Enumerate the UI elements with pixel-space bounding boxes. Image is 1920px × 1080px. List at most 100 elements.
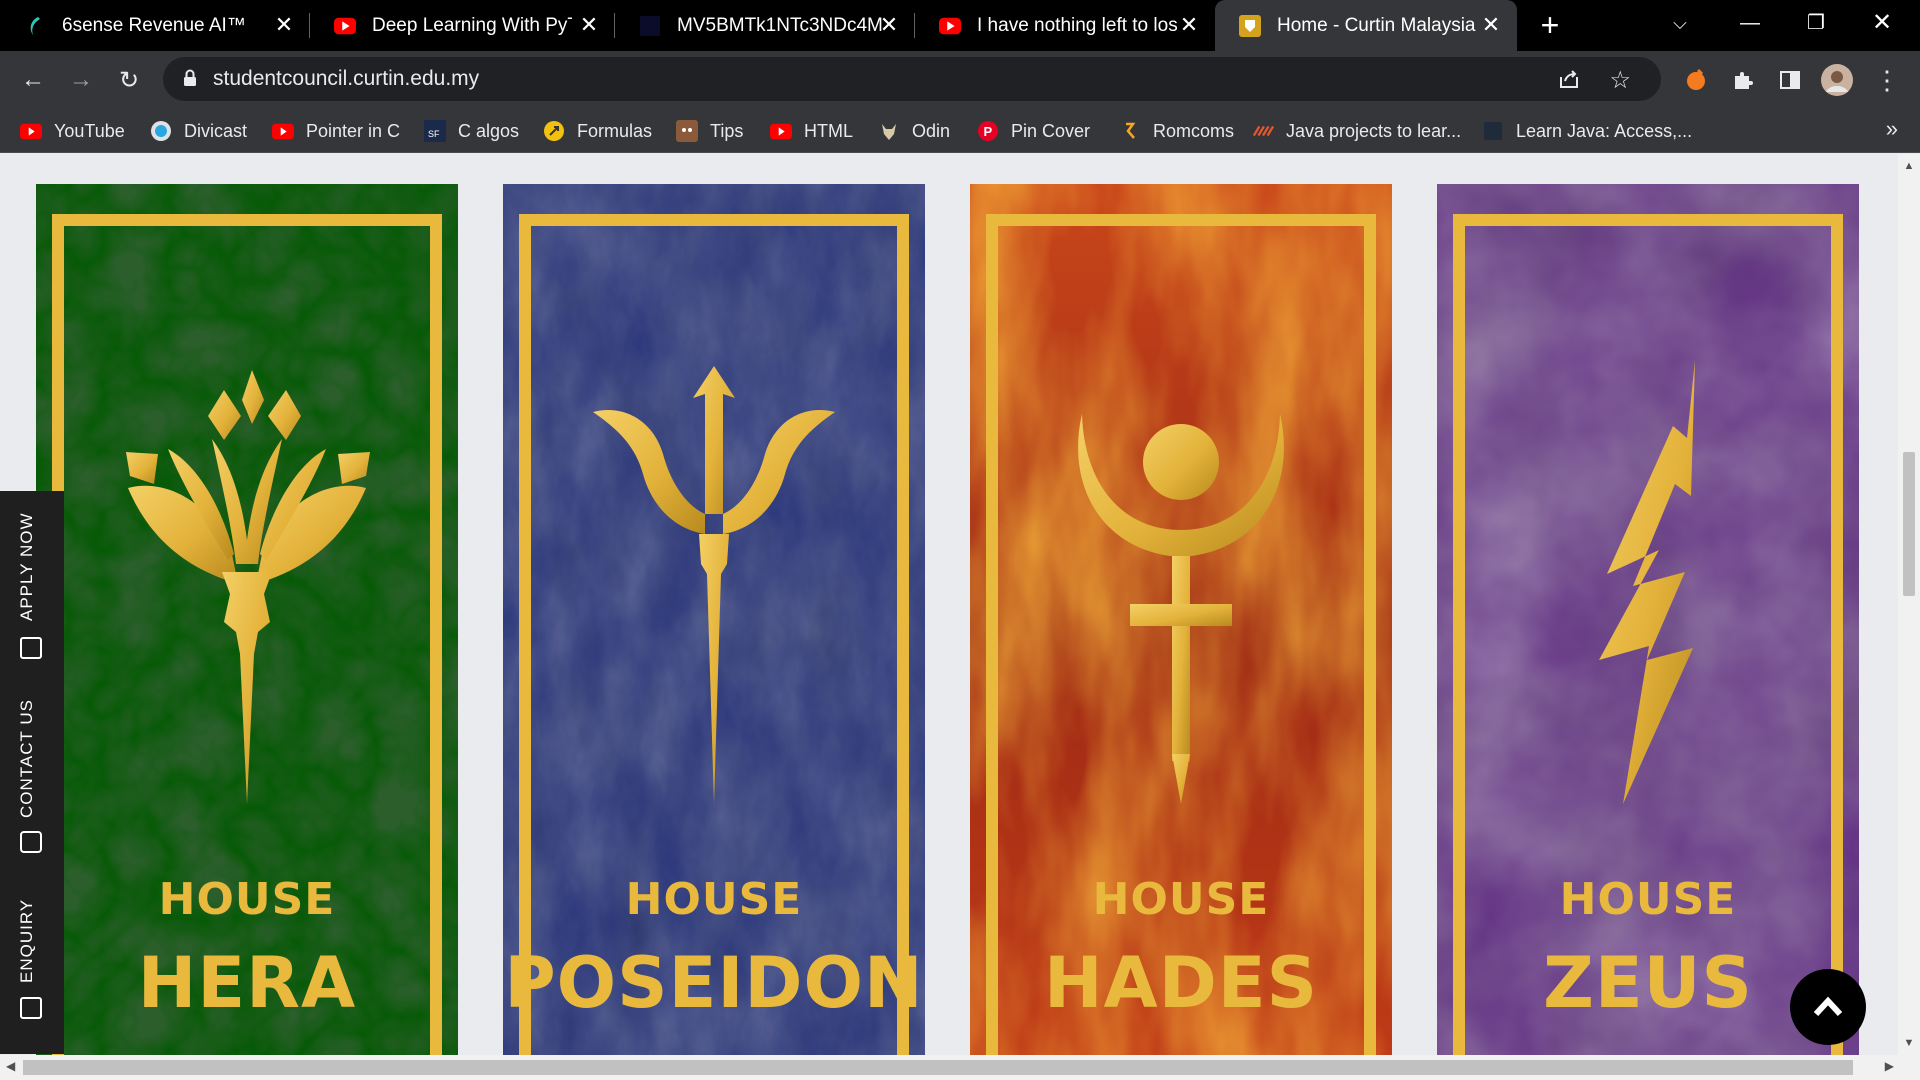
scroll-right-arrow[interactable]: ▶ bbox=[1885, 1059, 1894, 1073]
youtube-icon bbox=[770, 120, 792, 142]
menu-kebab-icon[interactable]: ⋮ bbox=[1868, 61, 1906, 99]
tab-image[interactable]: MV5BMTk1NTc3NDc4MF ✕ bbox=[615, 0, 915, 51]
restore-button[interactable]: ❐ bbox=[1786, 0, 1846, 51]
curtin-icon bbox=[1239, 14, 1261, 37]
bookmark-label: Java projects to lear... bbox=[1286, 120, 1462, 141]
image-icon bbox=[639, 15, 661, 37]
enquiry-label: ENQUIRY bbox=[17, 898, 36, 983]
youtube-icon bbox=[334, 15, 356, 37]
bookmark-romcoms[interactable]: Romcoms bbox=[1119, 118, 1234, 144]
bookmark-star-icon[interactable]: ☆ bbox=[1609, 66, 1631, 95]
share-icon[interactable] bbox=[1557, 67, 1581, 96]
horizontal-scrollbar[interactable]: ◀ ▶ bbox=[0, 1055, 1920, 1080]
chevron-up-icon bbox=[1813, 996, 1843, 1017]
divicast-icon bbox=[150, 120, 172, 142]
java-icon bbox=[1252, 120, 1274, 142]
learn-java-icon bbox=[1482, 120, 1504, 142]
close-tab-icon[interactable]: ✕ bbox=[1177, 13, 1201, 37]
bookmark-formulas[interactable]: Formulas bbox=[543, 118, 652, 144]
bookmarks-bar: YouTube Divicast Pointer in C SF C algos… bbox=[0, 108, 1920, 153]
browser-toolbar: ← → ↻ studentcouncil.curtin.edu.my ☆ ⋮ bbox=[0, 51, 1920, 108]
house-prefix: HOUSE bbox=[625, 874, 803, 925]
extensions-puzzle-icon[interactable] bbox=[1724, 61, 1762, 99]
profile-avatar[interactable] bbox=[1818, 61, 1856, 99]
tab-6sense[interactable]: 6sense Revenue AI™ ✕ bbox=[0, 0, 310, 51]
bookmark-label: Romcoms bbox=[1153, 120, 1235, 141]
bookmark-label: HTML bbox=[804, 120, 853, 141]
horizontal-scroll-thumb[interactable] bbox=[23, 1060, 1853, 1075]
side-action-tabs: APPLY NOW CONTACT US ENQUIRY bbox=[0, 491, 64, 1054]
tips-icon bbox=[676, 120, 698, 142]
back-icon[interactable]: ← bbox=[14, 61, 52, 99]
bookmark-java-projects[interactable]: Java projects to lear... bbox=[1252, 118, 1461, 144]
bookmark-divicast[interactable]: Divicast bbox=[150, 118, 247, 144]
tab-deep-learning[interactable]: Deep Learning With PyTorch ✕ bbox=[310, 0, 615, 51]
pinterest-icon: P bbox=[977, 120, 999, 142]
contact-us-label: CONTACT US bbox=[17, 699, 36, 818]
tab-title: Home - Curtin Malaysia Student Council bbox=[1277, 14, 1477, 36]
vertical-scrollbar[interactable]: ▲ ▼ bbox=[1898, 154, 1920, 1055]
sf-icon: SF bbox=[424, 120, 446, 142]
odin-icon bbox=[878, 120, 900, 142]
scroll-up-arrow[interactable]: ▲ bbox=[1902, 160, 1916, 172]
house-hera-banner[interactable]: HOUSE HERA bbox=[36, 184, 458, 1055]
bookmark-learn-java[interactable]: Learn Java: Access,... bbox=[1482, 118, 1692, 144]
close-tab-icon[interactable]: ✕ bbox=[577, 13, 601, 37]
enquiry-tab[interactable]: ENQUIRY bbox=[0, 861, 64, 1054]
tab-curtin-home[interactable]: Home - Curtin Malaysia Student Council ✕ bbox=[1215, 0, 1517, 51]
new-tab-button[interactable]: + bbox=[1533, 8, 1567, 42]
bookmark-pointer-in-c[interactable]: Pointer in C bbox=[272, 118, 400, 144]
side-panel-icon[interactable] bbox=[1771, 61, 1809, 99]
6sense-icon bbox=[24, 15, 46, 37]
lock-icon bbox=[183, 69, 197, 92]
house-hades-banner[interactable]: HOUSE HADES bbox=[970, 184, 1392, 1055]
bookmark-label: Learn Java: Access,... bbox=[1516, 120, 1693, 141]
romcoms-icon bbox=[1119, 120, 1141, 142]
bookmark-label: YouTube bbox=[54, 120, 125, 141]
house-name: HADES bbox=[1043, 942, 1319, 1024]
tab-search-icon[interactable]: ⌵ bbox=[1650, 0, 1710, 51]
bookmark-label: Pointer in C bbox=[306, 120, 401, 141]
house-poseidon-banner[interactable]: HOUSE POSEIDON bbox=[503, 184, 925, 1055]
house-prefix: HOUSE bbox=[1559, 874, 1737, 925]
svg-text:P: P bbox=[984, 124, 993, 139]
bookmark-html[interactable]: HTML bbox=[770, 118, 853, 144]
scroll-left-arrow[interactable]: ◀ bbox=[6, 1059, 15, 1073]
vertical-scroll-thumb[interactable] bbox=[1903, 452, 1915, 596]
bookmark-label: Odin bbox=[912, 120, 951, 141]
close-tab-icon[interactable]: ✕ bbox=[1479, 13, 1503, 37]
contact-us-tab[interactable]: CONTACT US bbox=[0, 671, 64, 861]
close-window-button[interactable]: ✕ bbox=[1852, 0, 1912, 51]
bookmark-youtube[interactable]: YouTube bbox=[20, 118, 125, 144]
tab-title: MV5BMTk1NTc3NDc4MF bbox=[677, 14, 882, 36]
back-to-top-button[interactable] bbox=[1790, 969, 1866, 1045]
tab-title: Deep Learning With PyTorch bbox=[372, 14, 572, 36]
bookmark-odin[interactable]: Odin bbox=[878, 118, 950, 144]
apply-now-tab[interactable]: APPLY NOW bbox=[0, 491, 64, 671]
form-icon bbox=[20, 637, 42, 659]
scroll-down-arrow[interactable]: ▼ bbox=[1902, 1037, 1916, 1049]
reload-icon[interactable]: ↻ bbox=[110, 61, 148, 99]
youtube-icon bbox=[20, 120, 42, 142]
address-bar[interactable]: studentcouncil.curtin.edu.my ☆ bbox=[163, 57, 1661, 101]
url-text: studentcouncil.curtin.edu.my bbox=[213, 67, 480, 90]
forward-icon[interactable]: → bbox=[62, 61, 100, 99]
bookmark-label: Formulas bbox=[577, 120, 653, 141]
close-tab-icon[interactable]: ✕ bbox=[272, 13, 296, 37]
bookmark-c-algos[interactable]: SF C algos bbox=[424, 118, 519, 144]
tab-nothing-left[interactable]: I have nothing left to lose ✕ bbox=[915, 0, 1215, 51]
close-tab-icon[interactable]: ✕ bbox=[877, 13, 901, 37]
bookmark-label: Tips bbox=[710, 120, 744, 141]
bookmark-pin-cover[interactable]: P Pin Cover bbox=[977, 118, 1090, 144]
bookmarks-overflow-icon[interactable]: » bbox=[1886, 116, 1898, 142]
page-viewport: HOUSE HERA HOUSE POSEIDON HOUSE HADES HO… bbox=[0, 154, 1898, 1055]
youtube-icon bbox=[939, 15, 961, 37]
apply-now-label: APPLY NOW bbox=[17, 512, 36, 621]
house-prefix: HOUSE bbox=[158, 874, 336, 925]
minimize-button[interactable]: — bbox=[1720, 0, 1780, 51]
tab-title: 6sense Revenue AI™ bbox=[62, 14, 246, 36]
house-name: HERA bbox=[137, 942, 357, 1024]
house-zeus-banner[interactable]: HOUSE ZEUS bbox=[1437, 184, 1859, 1055]
extension-orange-icon[interactable] bbox=[1677, 61, 1715, 99]
bookmark-tips[interactable]: Tips bbox=[676, 118, 743, 144]
